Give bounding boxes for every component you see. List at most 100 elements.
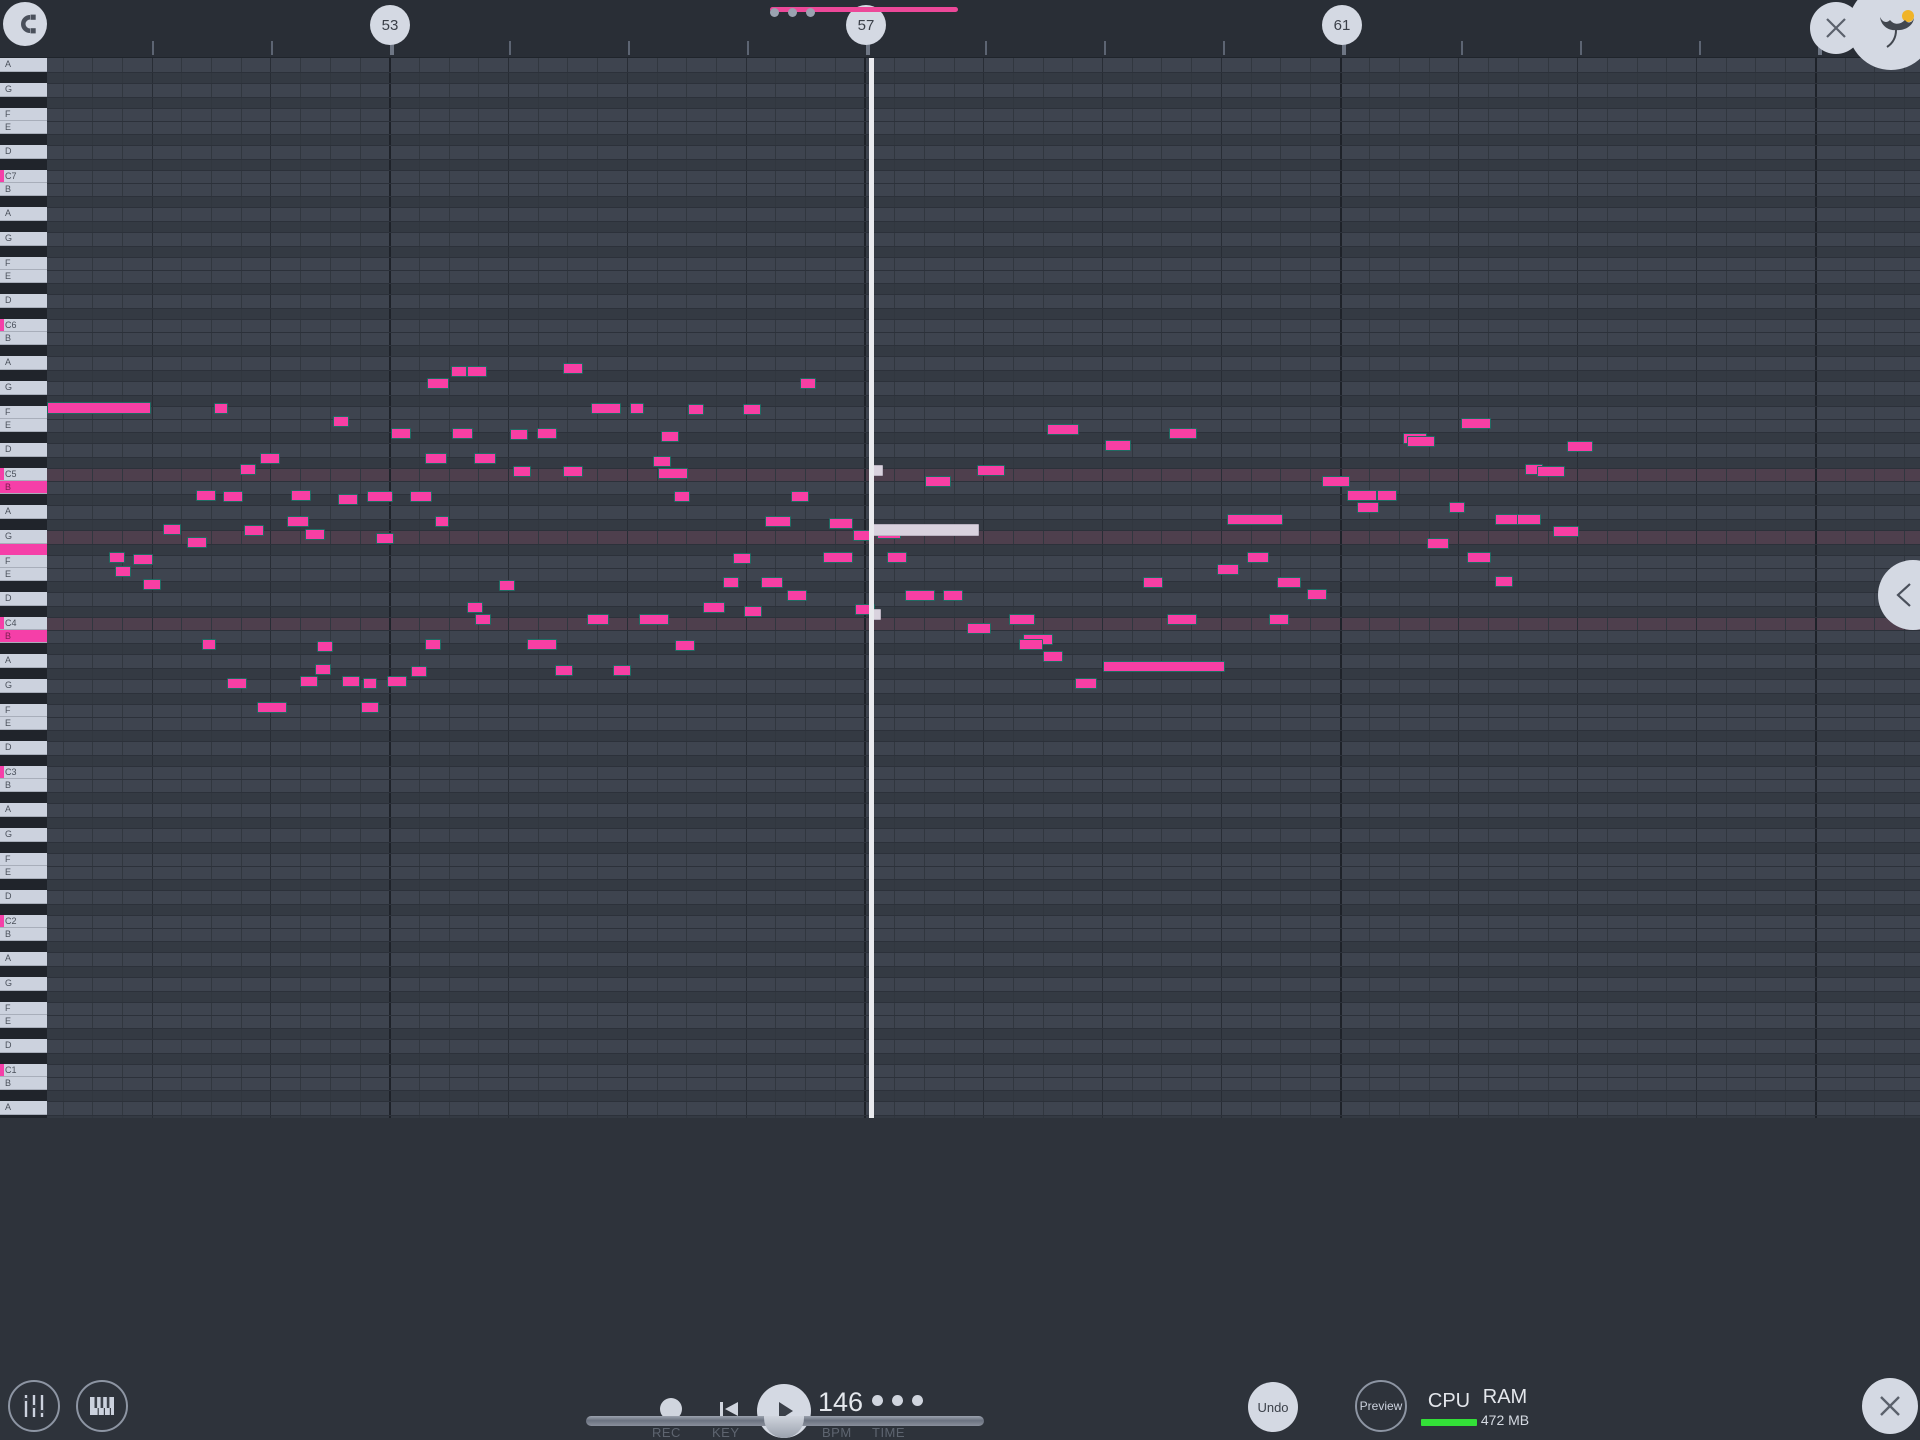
midi-note[interactable]	[133, 554, 153, 565]
piano-key-sharp-6[interactable]	[0, 134, 47, 145]
midi-note[interactable]	[244, 525, 264, 536]
midi-note[interactable]	[674, 491, 690, 502]
midi-note[interactable]	[435, 516, 449, 527]
midi-note[interactable]	[563, 466, 583, 477]
midi-note[interactable]	[342, 676, 360, 687]
midi-note[interactable]	[658, 468, 688, 479]
piano-key-sharp-47[interactable]	[0, 643, 47, 654]
piano-key-G[interactable]: G	[0, 381, 47, 395]
midi-note[interactable]	[887, 552, 907, 563]
piano-key-B[interactable]: B	[0, 481, 47, 494]
playhead-cursor[interactable]	[869, 58, 874, 1118]
piano-key-sharp-68[interactable]	[0, 904, 47, 915]
midi-note[interactable]	[733, 553, 751, 564]
midi-note[interactable]	[287, 516, 309, 527]
piano-key-F[interactable]: F	[0, 108, 47, 121]
piano-keyboard-icon[interactable]	[76, 1380, 128, 1432]
bar-number-53[interactable]: 53	[370, 5, 410, 45]
midi-note[interactable]	[1377, 490, 1397, 501]
piano-key-B[interactable]: B	[0, 630, 47, 643]
piano-key-sharp-23[interactable]	[0, 345, 47, 356]
piano-key-sharp-78[interactable]	[0, 1028, 47, 1039]
midi-note[interactable]	[1143, 577, 1163, 588]
piano-key-C1[interactable]: C1	[0, 1064, 47, 1077]
piano-key-sharp-51[interactable]	[0, 693, 47, 704]
midi-note[interactable]	[427, 378, 449, 389]
piano-key-sharp-75[interactable]	[0, 991, 47, 1002]
midi-note[interactable]	[1269, 614, 1289, 625]
midi-note[interactable]	[1169, 428, 1197, 439]
piano-key-F[interactable]: F	[0, 555, 47, 568]
piano-key-sharp-8[interactable]	[0, 159, 47, 170]
midi-note[interactable]	[1553, 526, 1579, 537]
midi-note[interactable]	[675, 640, 695, 651]
piano-key-F[interactable]: F	[0, 1002, 47, 1015]
ruler-overflow-dots[interactable]	[770, 8, 815, 17]
piano-key-sharp-59[interactable]	[0, 792, 47, 803]
piano-key-B[interactable]: B	[0, 332, 47, 345]
midi-note[interactable]	[214, 403, 228, 414]
piano-key-F[interactable]: F	[0, 257, 47, 270]
piano-key-C7[interactable]: C7	[0, 170, 47, 183]
midi-note[interactable]	[587, 614, 609, 625]
piano-key-sharp-49[interactable]	[0, 668, 47, 679]
piano-key-E[interactable]: E	[0, 121, 47, 134]
piano-key-sharp-73[interactable]	[0, 966, 47, 977]
piano-key-D[interactable]: D	[0, 1039, 47, 1053]
piano-key-E[interactable]: E	[0, 568, 47, 581]
piano-key-F[interactable]: F	[0, 406, 47, 419]
midi-note[interactable]	[338, 494, 358, 505]
piano-key-sharp-63[interactable]	[0, 842, 47, 853]
piano-key-G[interactable]: G	[0, 83, 47, 97]
midi-note[interactable]	[527, 639, 557, 650]
piano-key-C2[interactable]: C2	[0, 915, 47, 928]
midi-note[interactable]	[425, 453, 447, 464]
piano-key-sharp-27[interactable]	[0, 395, 47, 406]
midi-note[interactable]	[410, 491, 432, 502]
piano-key-G[interactable]: G	[0, 530, 47, 544]
midi-note[interactable]	[187, 537, 207, 548]
midi-note[interactable]	[537, 428, 557, 439]
midi-note[interactable]	[317, 641, 333, 652]
piano-key-D[interactable]: D	[0, 741, 47, 755]
midi-note[interactable]	[1277, 577, 1301, 588]
piano-key-sharp-42[interactable]	[0, 581, 47, 592]
piano-key-sharp-54[interactable]	[0, 730, 47, 741]
midi-note[interactable]	[1047, 424, 1079, 435]
midi-note[interactable]	[977, 465, 1005, 476]
midi-note[interactable]	[1537, 466, 1565, 477]
piano-key-A[interactable]: A	[0, 58, 47, 72]
piano-key-D[interactable]: D	[0, 443, 47, 457]
midi-note[interactable]	[555, 665, 573, 676]
piano-key-sharp-66[interactable]	[0, 879, 47, 890]
more-options-button[interactable]	[872, 1395, 923, 1406]
midi-note[interactable]	[787, 590, 807, 601]
piano-key-G[interactable]: G	[0, 828, 47, 842]
midi-note-playing[interactable]	[869, 524, 979, 536]
midi-note[interactable]	[1495, 576, 1513, 587]
undo-button[interactable]: Undo	[1248, 1382, 1298, 1432]
midi-note[interactable]	[591, 403, 621, 414]
piano-key-B[interactable]: B	[0, 1077, 47, 1090]
midi-note[interactable]	[367, 491, 393, 502]
midi-note[interactable]	[1567, 441, 1593, 452]
midi-note[interactable]	[661, 431, 679, 442]
midi-note[interactable]	[510, 429, 528, 440]
piano-key-sharp-39[interactable]	[0, 544, 47, 555]
midi-note[interactable]	[905, 590, 935, 601]
midi-note[interactable]	[47, 402, 151, 414]
midi-note[interactable]	[1019, 639, 1043, 650]
piano-key-G[interactable]: G	[0, 232, 47, 246]
midi-note[interactable]	[227, 678, 247, 689]
midi-note[interactable]	[260, 453, 280, 464]
midi-note[interactable]	[800, 378, 816, 389]
close-button[interactable]	[1862, 1378, 1918, 1434]
midi-note[interactable]	[639, 614, 669, 625]
piano-key-D[interactable]: D	[0, 592, 47, 606]
midi-note[interactable]	[513, 466, 531, 477]
piano-key-sharp-3[interactable]	[0, 97, 47, 108]
midi-note[interactable]	[223, 491, 243, 502]
midi-note[interactable]	[1322, 476, 1350, 487]
midi-note[interactable]	[475, 614, 491, 625]
piano-key-C5[interactable]: C5	[0, 468, 47, 481]
